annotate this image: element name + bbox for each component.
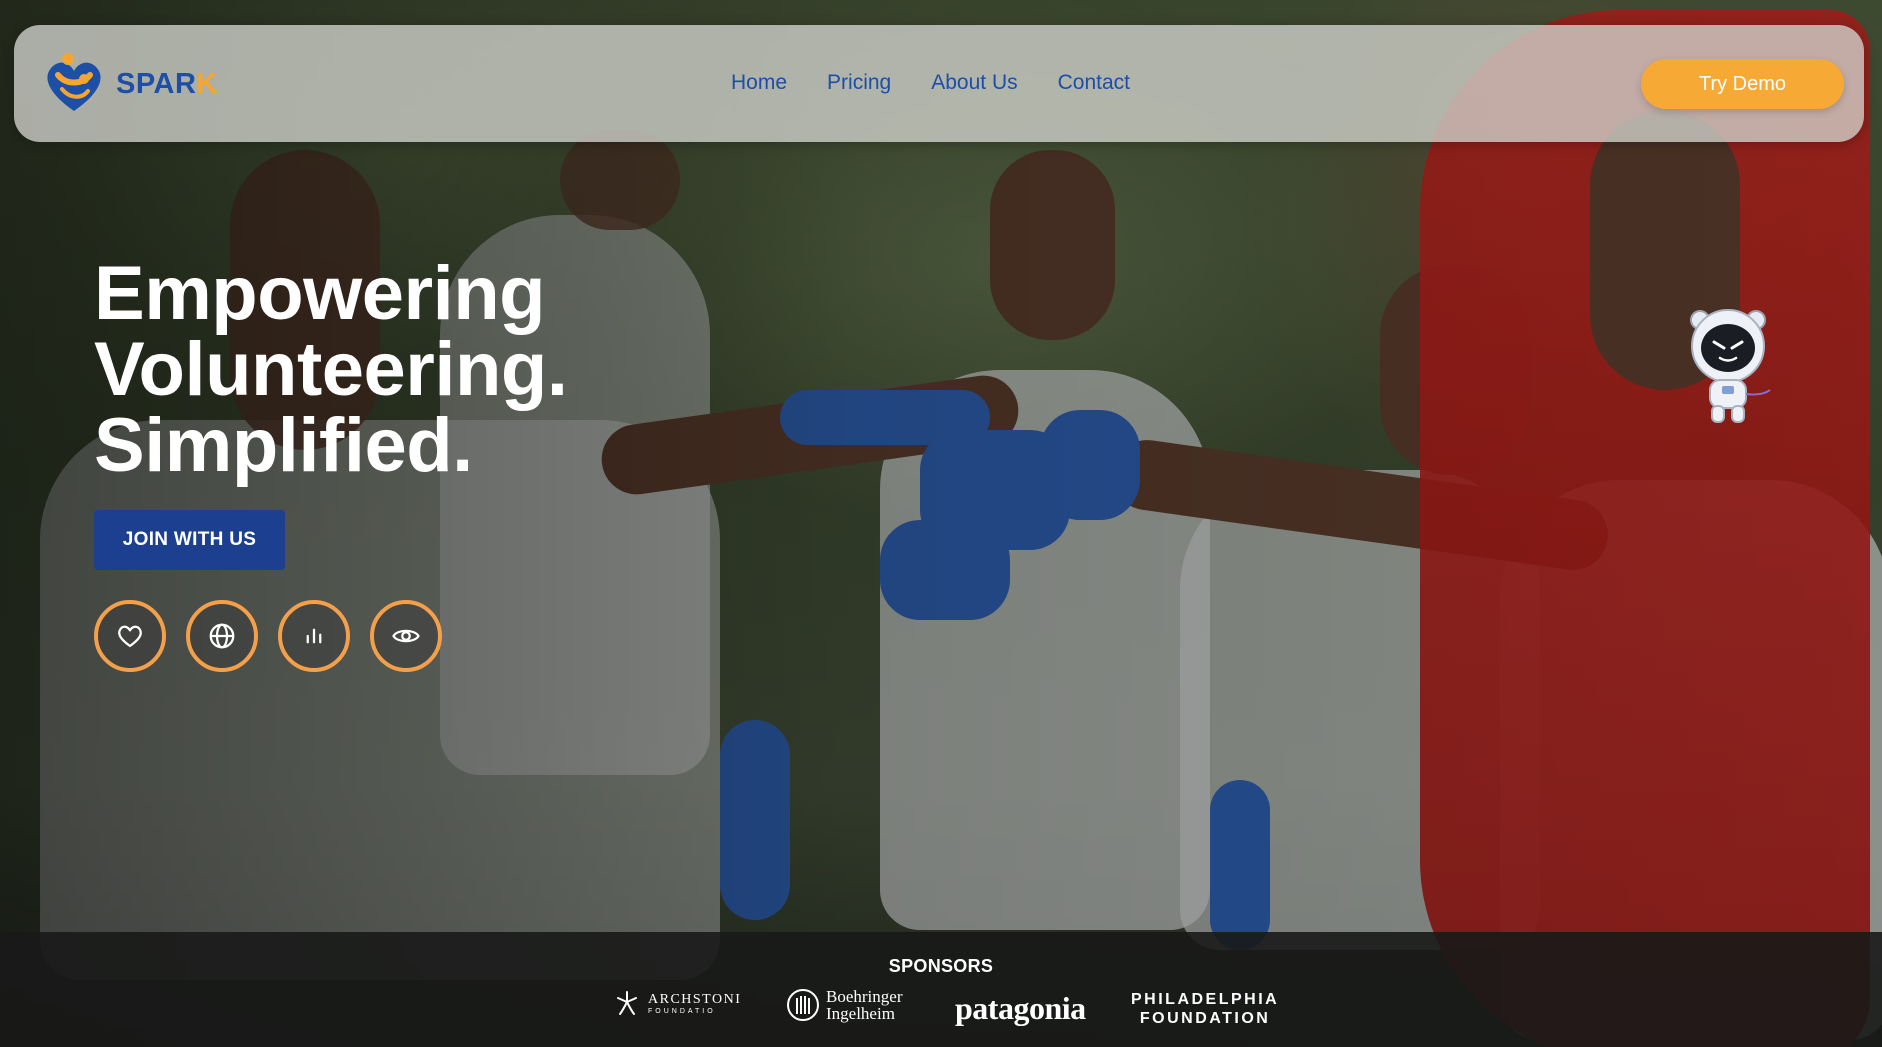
archstoni-name: ARCHSTONI (648, 991, 742, 1007)
sponsors-strip: SPONSORS ARCHSTONI FOUNDATIO Boehringer … (0, 932, 1882, 1047)
boehringer-line2: Ingelheim (826, 1004, 895, 1023)
headline-line: Simplified. (94, 403, 473, 488)
archstoni-sub: FOUNDATIO (648, 1007, 716, 1015)
headline-line: Volunteering. (94, 327, 568, 412)
sponsors-title: SPONSORS (888, 956, 994, 976)
bar-chart-icon[interactable] (278, 600, 350, 672)
globe-icon[interactable] (186, 600, 258, 672)
boehringer-building-icon (787, 989, 819, 1021)
hero-headline: Empowering Volunteering. Simplified. (94, 251, 568, 488)
philly-line1: PHILADELPHIA (1131, 991, 1280, 1008)
philly-line2: FOUNDATION (1139, 1010, 1271, 1027)
sponsor-boehringer-logo[interactable]: Boehringer Ingelheim (786, 988, 902, 1022)
try-demo-button[interactable]: Try Demo (1641, 59, 1844, 109)
nav-pricing-link[interactable]: Pricing (827, 71, 891, 95)
nav-contact-link[interactable]: Contact (1058, 71, 1130, 95)
feature-icon-row (94, 600, 442, 672)
main-nav: Home Pricing About Us Contact (731, 71, 1130, 95)
join-with-us-button[interactable]: JOIN WITH US (94, 510, 285, 570)
nav-about-link[interactable]: About Us (931, 71, 1017, 95)
astronaut-mascot-icon[interactable] (1678, 302, 1778, 427)
archstoni-star-icon (617, 991, 637, 1015)
boehringer-line1: Boehringer (826, 987, 903, 1006)
sponsor-archstoni-logo[interactable]: ARCHSTONI FOUNDATIO (612, 988, 741, 1018)
sponsor-patagonia-logo[interactable]: patagonia (955, 990, 1086, 1027)
nav-home-link[interactable]: Home (731, 71, 787, 95)
eye-icon[interactable] (370, 600, 442, 672)
logo-heart-icon (38, 49, 110, 119)
headline-line: Empowering (94, 251, 546, 336)
spark-logo[interactable]: SPARK (38, 49, 218, 119)
heart-icon[interactable] (94, 600, 166, 672)
sponsor-philadelphia-foundation-logo[interactable]: PHILADELPHIA FOUNDATION (1131, 990, 1279, 1028)
brand-name: SPARK (116, 67, 218, 100)
top-navbar: SPARK Home Pricing About Us Contact (14, 25, 1864, 142)
